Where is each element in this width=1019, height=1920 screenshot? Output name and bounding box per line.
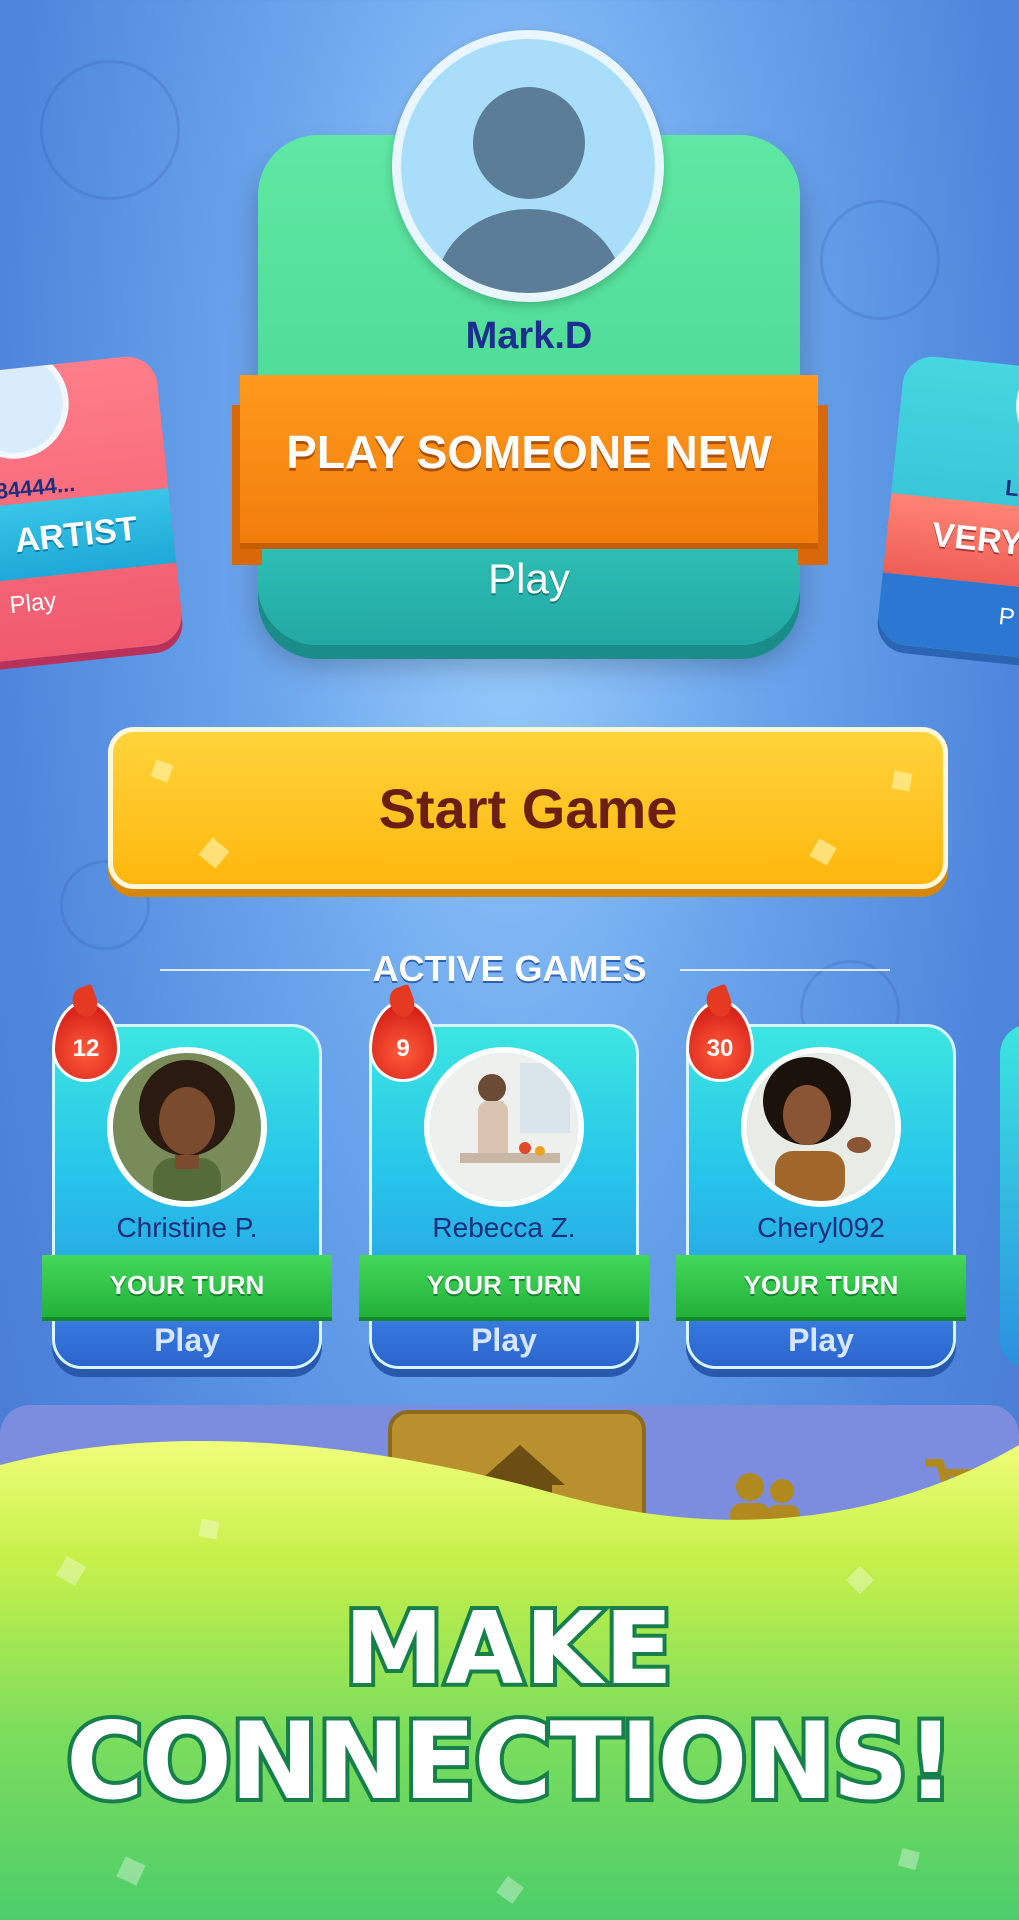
avatar [424,1047,584,1207]
opponent-card-artist[interactable]: 84444... ARTIST Play [0,353,185,667]
player-name: Cheryl092 [757,1212,885,1243]
streak-count: 9 [396,1035,410,1062]
confetti [198,837,230,869]
confetti [199,1519,220,1540]
background-doodle [40,60,180,200]
confetti [116,1856,145,1885]
confetti [898,1848,920,1870]
your-turn-badge: YOUR TURN [676,1255,966,1317]
promo-headline: CONNECTIONS! [62,1696,959,1827]
avatar [107,1047,267,1207]
opponent-card-very[interactable]: Le VERY P [875,353,1019,667]
confetti [496,1876,524,1904]
active-games-title: ACTIVE GAMES [372,948,647,989]
your-turn-badge: YOUR TURN [42,1255,332,1317]
play-button[interactable]: Play [369,1322,639,1359]
streak-count: 30 [706,1035,734,1062]
avatar [741,1047,901,1207]
player-name: Le [1004,474,1019,503]
streak-flame-icon: 30 [686,1000,754,1082]
player-name: Rebecca Z. [432,1212,576,1243]
player-name: Christine P. [116,1212,258,1243]
avatar-body [436,209,622,293]
confetti [150,759,174,783]
streak-flame-icon: 9 [369,1000,437,1082]
confetti [56,1556,86,1586]
avatar-placeholder-icon [392,30,664,302]
start-game-label: Start Game [378,776,678,840]
streak-count: 12 [72,1035,100,1062]
confetti [891,770,913,792]
avatar-head [473,87,585,199]
start-game-button[interactable]: Start Game [108,727,948,889]
ribbon-label: PLAY SOMEONE NEW [286,426,772,478]
avatar [0,353,75,465]
confetti [809,838,837,866]
avatar [1010,353,1019,467]
play-button[interactable]: Play [686,1322,956,1359]
card-banner: ARTIST [0,488,177,587]
play-button[interactable]: Play [258,555,800,603]
player-name: Mark.D [465,315,593,357]
promo-headline: MAKE [340,1586,677,1711]
play-button[interactable]: Play [52,1322,322,1359]
background-doodle [820,200,940,320]
active-game-card-partial[interactable] [1000,1024,1019,1369]
your-turn-badge: YOUR TURN [359,1255,649,1317]
play-label: Play [8,587,58,620]
play-label: P [997,603,1017,632]
streak-flame-icon: 12 [52,1000,120,1082]
